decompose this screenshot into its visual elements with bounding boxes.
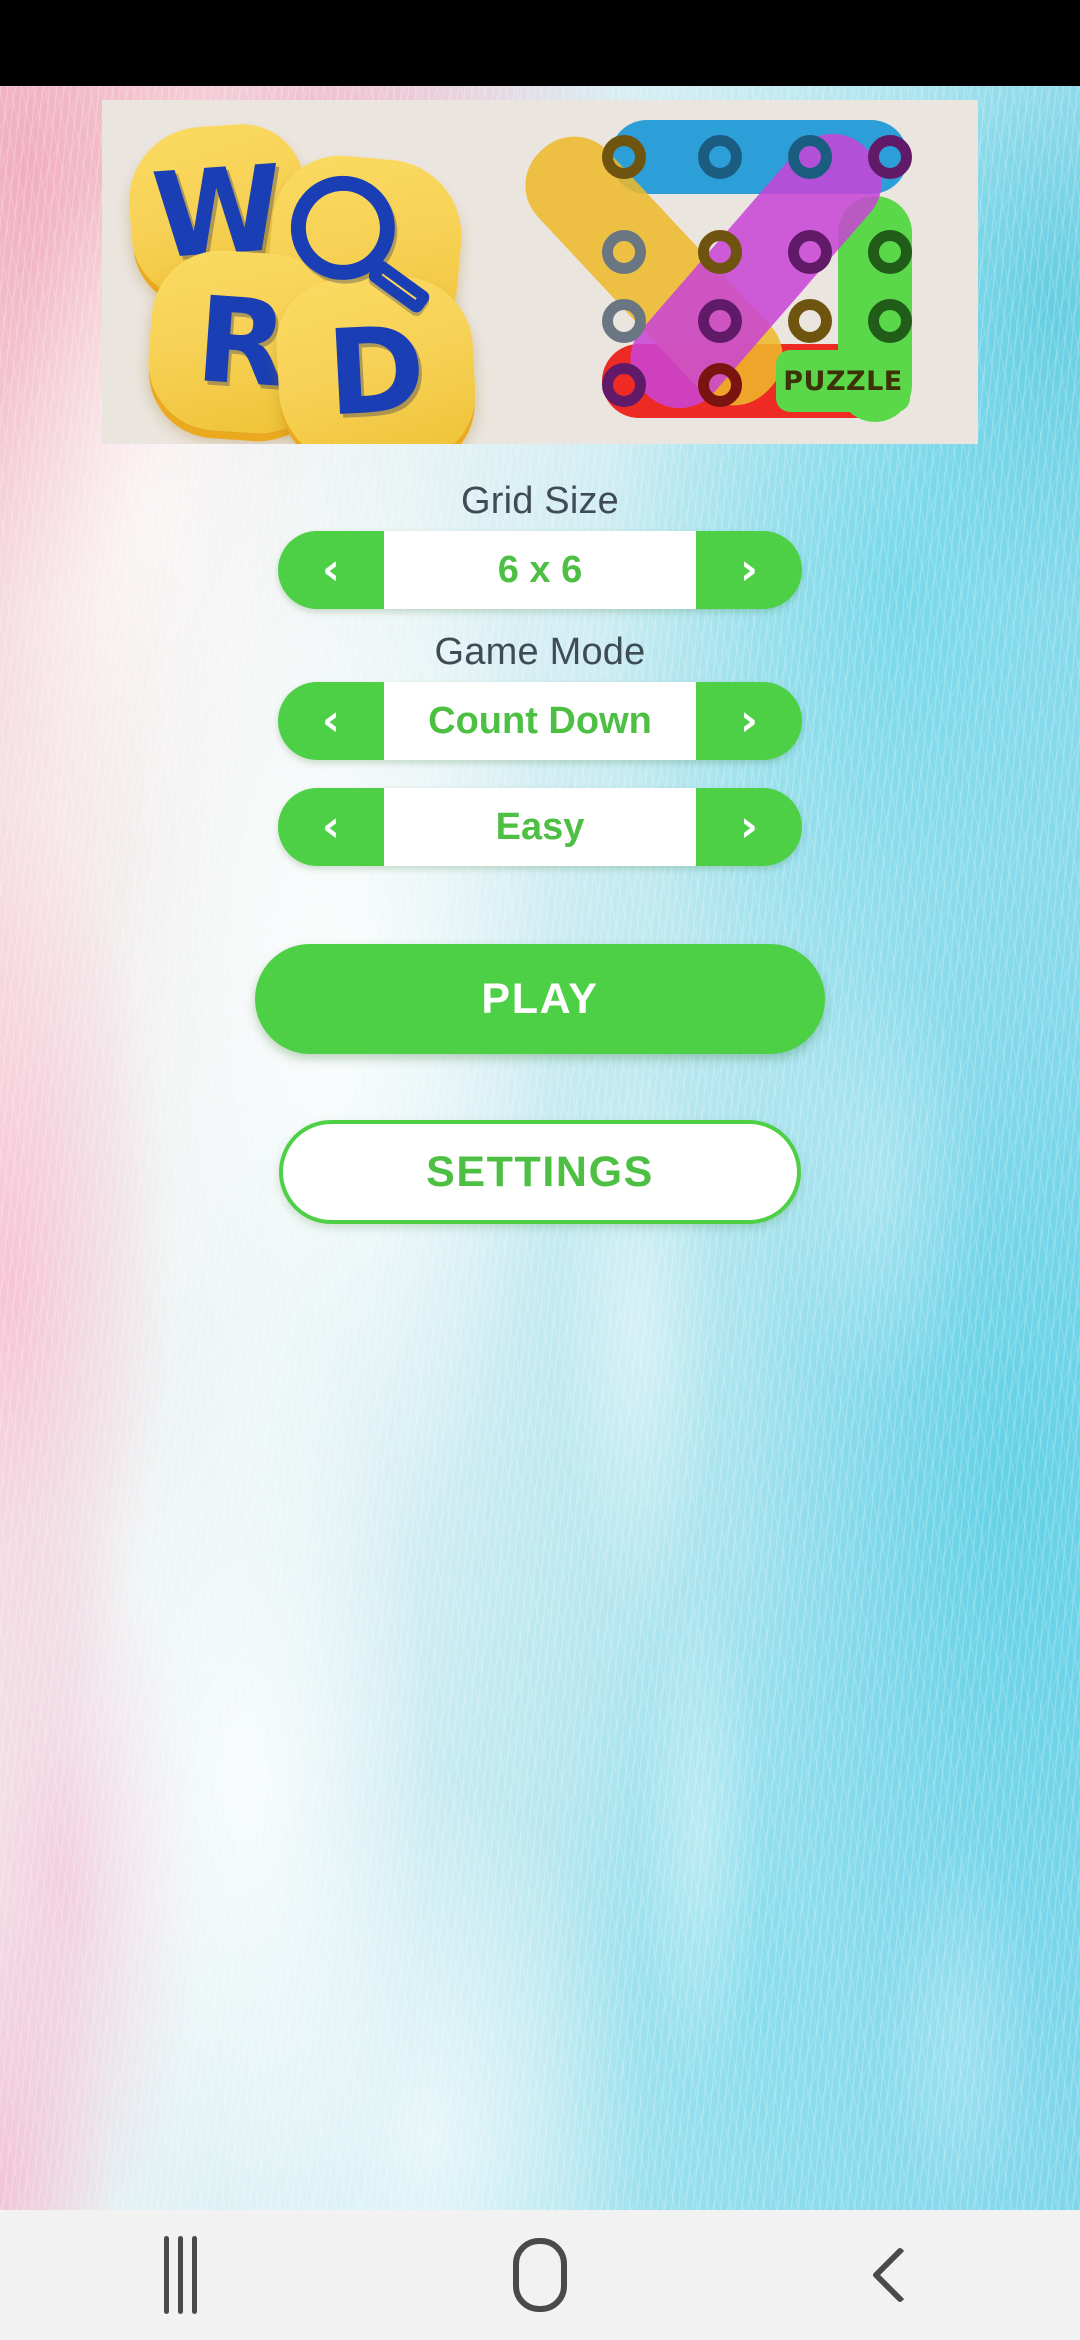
game-mode-stepper[interactable]: ‹ Count Down › (278, 682, 802, 760)
magnifying-glass-icon (280, 165, 445, 330)
ad-word-logo: W R D (102, 100, 580, 444)
grid-dot (788, 299, 832, 343)
puzzle-badge: PUZZLE (776, 350, 910, 412)
grid-dot (868, 230, 912, 274)
game-mode-label: Game Mode (434, 631, 646, 673)
grid-dot (602, 230, 646, 274)
android-nav-bar (0, 2210, 1080, 2340)
grid-dot (698, 363, 742, 407)
phone-screen: W R D PUZZLE Grid Size ‹ 6 x 6 › Game Mo… (0, 0, 1080, 2340)
grid-size-prev-button[interactable]: ‹ (278, 531, 384, 609)
grid-dot (602, 135, 646, 179)
game-mode-next-button[interactable]: › (696, 682, 802, 760)
grid-dot (698, 135, 742, 179)
home-icon (513, 2238, 567, 2312)
recents-icon (163, 2236, 197, 2314)
grid-size-next-button[interactable]: › (696, 531, 802, 609)
grid-dot (868, 299, 912, 343)
play-button[interactable]: PLAY (255, 944, 825, 1054)
grid-dot (602, 363, 646, 407)
settings-button[interactable]: SETTINGS (279, 1120, 801, 1224)
game-mode-value[interactable]: Count Down (384, 682, 696, 760)
grid-size-label: Grid Size (460, 480, 620, 522)
difficulty-value[interactable]: Easy (384, 788, 696, 866)
difficulty-stepper[interactable]: ‹ Easy › (278, 788, 802, 866)
home-button[interactable] (465, 2210, 615, 2340)
grid-dot (868, 135, 912, 179)
ad-puzzle-graphic: PUZZLE (506, 100, 952, 444)
game-mode-prev-button[interactable]: ‹ (278, 682, 384, 760)
difficulty-next-button[interactable]: › (696, 788, 802, 866)
status-bar (0, 0, 1080, 86)
grid-dot (602, 299, 646, 343)
grid-dot (698, 230, 742, 274)
back-button[interactable] (825, 2210, 975, 2340)
grid-dot (788, 135, 832, 179)
grid-size-stepper[interactable]: ‹ 6 x 6 › (278, 531, 802, 609)
back-icon (871, 2246, 929, 2304)
word-search-grid: PUZZLE (506, 114, 918, 428)
recents-button[interactable] (105, 2210, 255, 2340)
ad-banner[interactable]: W R D PUZZLE (102, 100, 978, 444)
grid-size-value[interactable]: 6 x 6 (384, 531, 696, 609)
grid-dot (788, 230, 832, 274)
grid-dot (698, 299, 742, 343)
difficulty-prev-button[interactable]: ‹ (278, 788, 384, 866)
main-menu: Grid Size ‹ 6 x 6 › Game Mode ‹ Count Do… (0, 480, 1080, 1224)
magnifier-handle (366, 258, 433, 316)
